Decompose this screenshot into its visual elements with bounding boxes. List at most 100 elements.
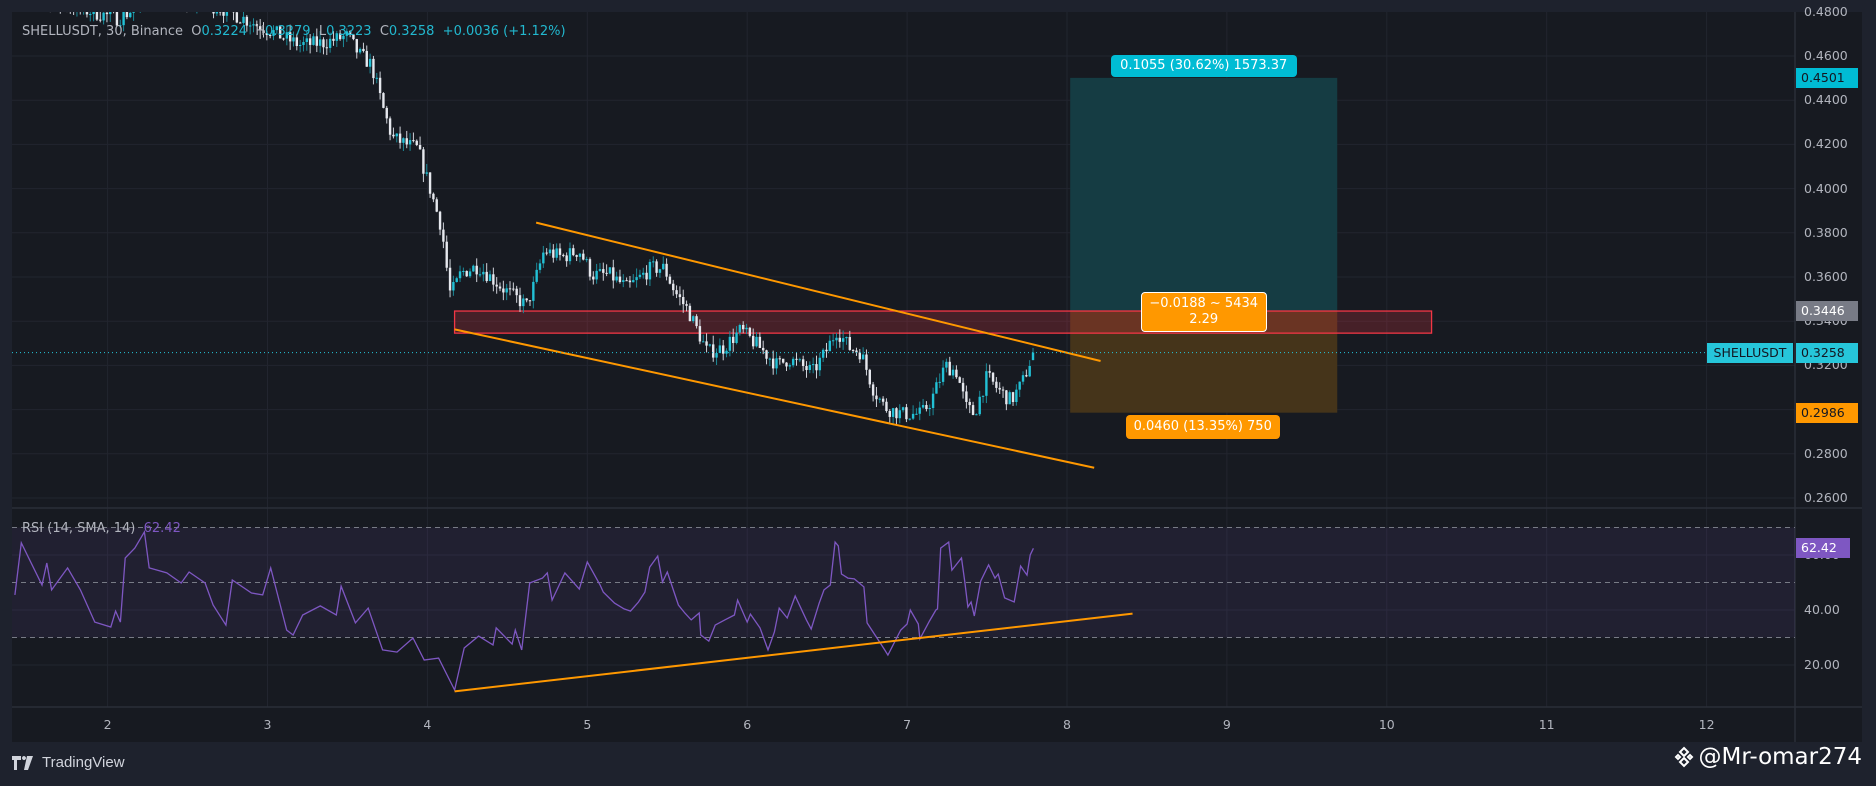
candle-bear — [925, 405, 928, 409]
rsi-badge: 62.42 — [1796, 538, 1850, 559]
candle-bear — [838, 337, 842, 342]
candle-bull — [975, 414, 978, 416]
candle-bull — [452, 282, 455, 291]
candle-bear — [85, 12, 89, 15]
candle-bull — [788, 365, 792, 367]
candle-bear — [825, 349, 828, 352]
time-tick-label: 5 — [583, 717, 592, 732]
tradingview-logo[interactable]: TradingView — [12, 754, 125, 771]
candle-bear — [418, 145, 422, 150]
candle-bull — [735, 332, 738, 343]
candle-bear — [398, 133, 402, 143]
candle-bear — [412, 140, 415, 142]
rsi-title[interactable]: RSI (14, SMA, 14) — [22, 521, 135, 536]
candle-bear — [572, 248, 575, 256]
candle-bull — [548, 249, 552, 254]
candle-bear — [492, 274, 495, 285]
candle-bull — [725, 350, 728, 354]
candle-bear — [66, 4, 68, 8]
symbol-title[interactable]: SHELLUSDT, 30, Binance — [22, 24, 183, 39]
candle-bear — [961, 382, 965, 392]
tradingview-brand: TradingView — [42, 754, 125, 771]
candle-bull — [538, 263, 542, 270]
candle-bear — [958, 377, 961, 383]
candle-bear — [1025, 375, 1028, 377]
candle-bull — [692, 316, 695, 322]
candle-bear — [445, 241, 448, 268]
candle-bear — [325, 47, 328, 49]
price-tick-label: 0.3600 — [1804, 269, 1848, 284]
risk-reward-ratio: 2.29 — [1189, 312, 1219, 328]
target-label[interactable]: 0.1055 (30.62%) 1573.37 — [1110, 54, 1297, 77]
long-position-tool[interactable] — [1070, 77, 1338, 413]
candle-bull — [841, 338, 845, 342]
candle-bull — [941, 367, 945, 382]
risk-reward-label[interactable]: −0.0188 ~ 5434 2.29 — [1140, 292, 1267, 333]
symbol-price-label: SHELLUSDT — [1707, 342, 1793, 363]
candle-bear — [592, 276, 595, 280]
candle-bull — [52, 1, 54, 7]
time-tick-label: 10 — [1378, 717, 1395, 732]
candle-bull — [662, 263, 665, 270]
candle-bear — [212, 12, 215, 14]
candle-bear — [871, 384, 875, 396]
candle-bull — [915, 413, 918, 415]
candle-bear — [588, 259, 592, 277]
candle-bull — [102, 12, 105, 21]
candle-bull — [109, 12, 112, 15]
chart-canvas[interactable] — [0, 0, 1876, 786]
candle-bull — [595, 270, 598, 280]
candle-bull — [172, 0, 174, 1]
candle-bull — [808, 364, 812, 371]
candle-bear — [308, 38, 312, 45]
candle-bear — [142, 0, 144, 1]
candle-bull — [328, 38, 332, 48]
candle-bear — [365, 51, 368, 67]
candle-bear — [222, 12, 225, 16]
time-tick-label: 2 — [103, 717, 112, 732]
candle-bull — [938, 381, 941, 383]
candle-bear — [968, 401, 971, 406]
candle-bear — [59, 0, 61, 6]
candle-bear — [881, 398, 885, 402]
target-area[interactable] — [1070, 77, 1338, 312]
candle-bear — [372, 58, 375, 79]
candle-bear — [508, 288, 512, 290]
candle-bull — [598, 269, 602, 271]
candle-bear — [169, 0, 171, 1]
candle-bear — [988, 371, 991, 373]
candle-bear — [382, 93, 385, 108]
candle-bear — [851, 349, 855, 351]
stop-label[interactable]: 0.0460 (13.35%) 750 — [1125, 414, 1280, 439]
candle-bull — [458, 271, 462, 279]
candle-bear — [149, 4, 151, 5]
candle-bear — [675, 290, 678, 295]
time-tick-label: 3 — [263, 717, 272, 732]
candle-bull — [196, 3, 198, 7]
candle-bear — [438, 211, 442, 230]
candle-bear — [525, 298, 528, 301]
time-tick-label: 9 — [1222, 717, 1231, 732]
candle-bear — [49, 0, 51, 7]
candle-bull — [225, 12, 229, 16]
price-badge-entry: 0.3446 — [1796, 301, 1858, 322]
candle-bear — [778, 358, 782, 360]
time-tick-label: 6 — [743, 717, 752, 732]
candle-bull — [152, 0, 154, 5]
candle-bull — [642, 272, 645, 275]
candle-bear — [69, 8, 71, 9]
candle-bear — [965, 391, 968, 402]
candle-bear — [888, 411, 891, 417]
candle-bear — [388, 118, 392, 135]
candle-bull — [478, 274, 482, 276]
candle-bull — [136, 4, 138, 8]
candle-bear — [562, 254, 565, 256]
candle-bear — [848, 337, 852, 350]
candle-bear — [378, 77, 382, 94]
candle-bull — [921, 405, 925, 408]
time-tick-label: 7 — [903, 717, 912, 732]
candle-bear — [858, 352, 861, 360]
candle-bear — [112, 10, 114, 11]
candle-bear — [795, 358, 798, 360]
candle-bull — [718, 345, 722, 354]
